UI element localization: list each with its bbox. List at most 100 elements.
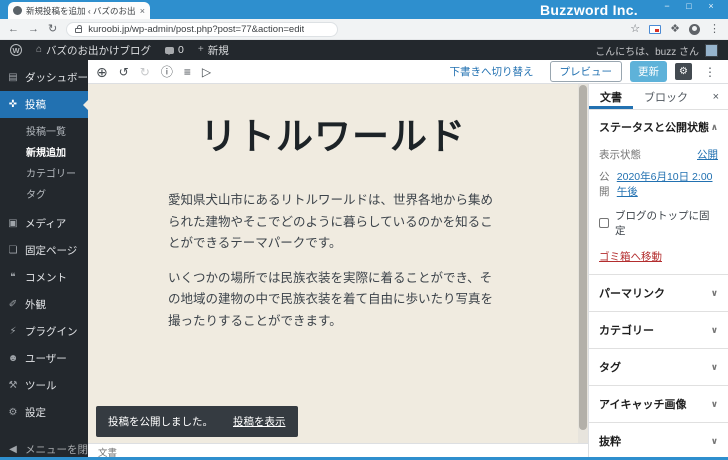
comments-bubble-icon: ❝: [10, 272, 16, 283]
posts-submenu: 投稿一覧 新規追加 カテゴリー タグ: [0, 118, 88, 210]
post-title-field[interactable]: リトルワールド: [163, 106, 503, 160]
posts-pin-icon: ✜: [8, 99, 18, 110]
window-minimize-button[interactable]: −: [656, 0, 678, 13]
panel-permalink[interactable]: パーマリンク ∨: [589, 275, 728, 312]
window-close-button[interactable]: ×: [700, 0, 722, 13]
close-settings-icon[interactable]: ×: [704, 84, 728, 109]
submenu-item-add-new[interactable]: 新規追加: [0, 141, 88, 162]
sidebar-item-dashboard[interactable]: ▤ ダッシュボード: [0, 64, 88, 91]
comments-icon: [165, 46, 175, 55]
panel-excerpt[interactable]: 抜粋 ∨: [589, 423, 728, 457]
extensions-puzzle-icon[interactable]: ❖: [670, 23, 680, 35]
breadcrumb: 文書: [88, 443, 588, 459]
sidebar-item-comments[interactable]: ❝ コメント: [0, 264, 88, 291]
plugins-plug-icon: ⚡: [9, 326, 17, 337]
snackbar-message: 投稿を公開しました。: [108, 416, 213, 428]
tools-cursor-icon[interactable]: ▷: [202, 66, 211, 78]
submenu-item-tags[interactable]: タグ: [0, 183, 88, 204]
users-icon: ☻: [7, 353, 19, 364]
plus-icon: +: [197, 44, 204, 55]
site-link[interactable]: ⌂ バズのお出かけブログ: [36, 43, 151, 58]
sidebar-item-appearance[interactable]: ✐ 外観: [0, 291, 88, 318]
sidebar-item-tools[interactable]: ⚒ ツール: [0, 372, 88, 399]
sticky-label: ブログのトップに固定: [615, 210, 710, 237]
site-name: バズのお出かけブログ: [46, 44, 152, 57]
switch-to-draft-link[interactable]: 下書きへ切り替え: [450, 64, 534, 79]
undo-icon[interactable]: ↺: [119, 66, 129, 78]
address-bar[interactable]: kuroobi.jp/wp-admin/post.php?post=77&act…: [66, 21, 339, 37]
content-info-icon[interactable]: ⓘ: [161, 66, 173, 78]
panel-tags[interactable]: タグ ∨: [589, 349, 728, 386]
editor-more-menu-icon[interactable]: ⋮: [700, 65, 720, 79]
chevron-down-icon: ∨: [710, 398, 718, 409]
user-greeting[interactable]: こんにちは、buzz さん: [595, 43, 699, 58]
wp-admin-sidebar: ▤ ダッシュボード ✜ 投稿 投稿一覧 新規追加 カテゴリー タグ ▣ メディア…: [0, 60, 88, 457]
publish-date-link[interactable]: 2020年6月10日 2:00 午後: [617, 169, 718, 199]
chevron-down-icon: ∨: [710, 287, 718, 298]
scrollbar-thumb[interactable]: [579, 85, 587, 430]
sidebar-item-media[interactable]: ▣ メディア: [0, 210, 88, 237]
wp-admin-bar: W ⌂ バズのお出かけブログ 0 + 新規 こんにちは、buzz さん: [0, 40, 728, 60]
collapse-arrow-icon: ◀: [9, 444, 17, 455]
sidebar-item-users[interactable]: ☻ ユーザー: [0, 345, 88, 372]
visibility-value-link[interactable]: 公開: [697, 147, 718, 162]
view-post-link[interactable]: 投稿を表示: [233, 414, 286, 429]
new-label: 新規: [207, 44, 229, 57]
paragraph-block[interactable]: 愛知県犬山市にあるリトルワールドは、世界各地から集められた建物やそこでどのように…: [168, 190, 498, 255]
status-panel-header[interactable]: ステータスと公開状態 ∧: [599, 110, 718, 140]
add-block-icon[interactable]: ⊕: [96, 65, 108, 79]
browser-window: 新規投稿を追加 ‹ バズのお出かけブ × Buzzword Inc. − □ ×…: [0, 0, 728, 460]
settings-sidebar: 文書 ブロック × ステータスと公開状態 ∧ 表示状態 公開 公開 2020年6…: [588, 84, 728, 457]
extension-badge-icon[interactable]: [649, 24, 662, 34]
profile-icon[interactable]: [689, 23, 700, 35]
dashboard-icon: ▤: [8, 72, 18, 83]
pages-icon: ❏: [8, 245, 18, 256]
editor-header: ⊕ ↺ ↻ ⓘ ≡ ▷ 下書きへ切り替え プレビュー 更新 ⚙ ⋮: [88, 60, 728, 84]
url-input[interactable]: kuroobi.jp/wp-admin/post.php?post=77&act…: [88, 24, 304, 35]
sticky-checkbox[interactable]: [599, 218, 609, 228]
panel-categories[interactable]: カテゴリー ∨: [589, 312, 728, 349]
sidebar-item-pages[interactable]: ❏ 固定ページ: [0, 237, 88, 264]
bookmark-star-icon[interactable]: ☆: [630, 23, 640, 35]
submenu-item-post-list[interactable]: 投稿一覧: [0, 120, 88, 141]
update-button[interactable]: 更新: [630, 61, 667, 82]
tab-close-icon[interactable]: ×: [140, 6, 145, 16]
wordpress-logo-icon[interactable]: W: [10, 44, 22, 56]
sidebar-item-settings[interactable]: ⚙ 設定: [0, 399, 88, 426]
tab-document[interactable]: 文書: [589, 84, 633, 109]
editor-canvas[interactable]: リトルワールド 愛知県犬山市にあるリトルワールドは、世界各地から集められた建物や…: [88, 84, 578, 443]
snackbar-notice: 投稿を公開しました。 投稿を表示: [96, 406, 298, 437]
back-icon[interactable]: ←: [8, 23, 19, 35]
sidebar-item-posts[interactable]: ✜ 投稿: [0, 91, 88, 118]
block-editor: ⊕ ↺ ↻ ⓘ ≡ ▷ 下書きへ切り替え プレビュー 更新 ⚙ ⋮ リトルワール…: [88, 60, 728, 459]
editor-scrollbar[interactable]: [578, 84, 588, 443]
reload-icon[interactable]: ↻: [48, 23, 57, 35]
user-avatar[interactable]: [705, 43, 718, 57]
panel-featured-image[interactable]: アイキャッチ画像 ∨: [589, 386, 728, 423]
chevron-up-icon: ∧: [710, 121, 718, 132]
visibility-label: 表示状態: [599, 149, 641, 161]
sidebar-item-collapse-menu[interactable]: ◀ メニューを閉じる: [0, 436, 88, 457]
chevron-down-icon: ∨: [710, 361, 718, 372]
list-view-icon[interactable]: ≡: [184, 66, 191, 78]
forward-icon[interactable]: →: [28, 23, 39, 35]
browser-menu-icon[interactable]: ⋮: [709, 23, 720, 35]
tools-wrench-icon: ⚒: [8, 380, 18, 391]
tab-block[interactable]: ブロック: [633, 84, 699, 109]
submenu-item-categories[interactable]: カテゴリー: [0, 162, 88, 183]
home-icon: ⌂: [36, 44, 43, 55]
sidebar-item-plugins[interactable]: ⚡ プラグイン: [0, 318, 88, 345]
move-to-trash-link[interactable]: ゴミ箱へ移動: [599, 249, 662, 264]
window-title: Buzzword Inc.: [539, 1, 638, 18]
settings-toggle-gear-icon[interactable]: ⚙: [675, 63, 692, 80]
paragraph-block[interactable]: いくつかの場所では民族衣装を実際に着ることができ、その地域の建物の中で民族衣装を…: [168, 268, 498, 333]
appearance-brush-icon: ✐: [8, 299, 18, 310]
redo-icon[interactable]: ↻: [140, 66, 150, 78]
comments-link[interactable]: 0: [165, 44, 184, 56]
new-content-link[interactable]: + 新規: [198, 43, 229, 58]
media-icon: ▣: [8, 218, 18, 229]
publish-label: 公開: [599, 171, 610, 198]
browser-tab[interactable]: 新規投稿を追加 ‹ バズのお出かけブ ×: [8, 2, 150, 19]
preview-button[interactable]: プレビュー: [549, 61, 622, 82]
window-maximize-button[interactable]: □: [678, 0, 700, 13]
